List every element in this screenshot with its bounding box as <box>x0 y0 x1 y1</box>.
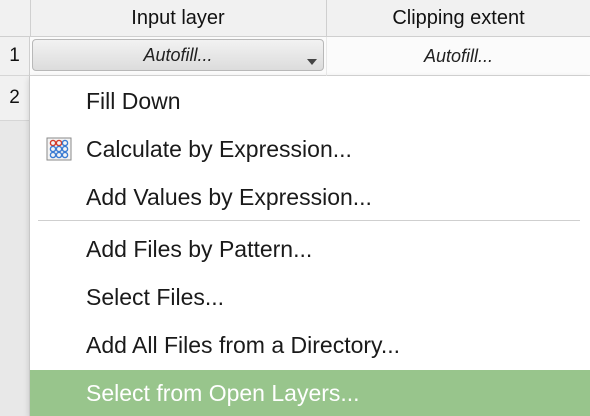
menu-item-add-all-files-from-directory[interactable]: Add All Files from a Directory... <box>30 322 590 368</box>
table-header: Input layer Clipping extent <box>0 0 590 37</box>
dropdown-value: Autofill... <box>143 44 213 65</box>
batch-processing-table: Input layer Clipping extent 1 Autofill..… <box>0 0 590 416</box>
cell-clipping-extent-row-1[interactable]: Autofill... <box>327 37 590 76</box>
menu-item-add-values-by-expression[interactable]: Add Values by Expression... <box>30 174 590 220</box>
menu-item-select-from-open-layers[interactable]: Select from Open Layers... <box>30 370 590 416</box>
menu-item-fill-down[interactable]: Fill Down <box>30 78 590 124</box>
calculator-icon <box>46 137 72 161</box>
row-number-1[interactable]: 1 <box>0 37 30 76</box>
autofill-context-menu: Fill Down Calculate by Expression... Add… <box>29 76 590 416</box>
column-header-clipping-extent[interactable]: Clipping extent <box>327 0 590 36</box>
menu-separator <box>38 220 580 221</box>
column-header-input-layer[interactable]: Input layer <box>30 0 327 36</box>
menu-item-calculate-by-expression[interactable]: Calculate by Expression... <box>30 126 590 172</box>
row-number-2[interactable]: 2 <box>0 76 30 121</box>
menu-item-select-files[interactable]: Select Files... <box>30 274 590 320</box>
header-corner <box>0 0 31 36</box>
menu-item-add-files-by-pattern[interactable]: Add Files by Pattern... <box>30 226 590 272</box>
chevron-down-icon <box>307 59 317 65</box>
input-layer-autofill-dropdown[interactable]: Autofill... <box>32 39 324 71</box>
clipping-extent-autofill: Autofill... <box>423 45 494 66</box>
cell-input-layer-row-1: Autofill... <box>30 37 326 76</box>
